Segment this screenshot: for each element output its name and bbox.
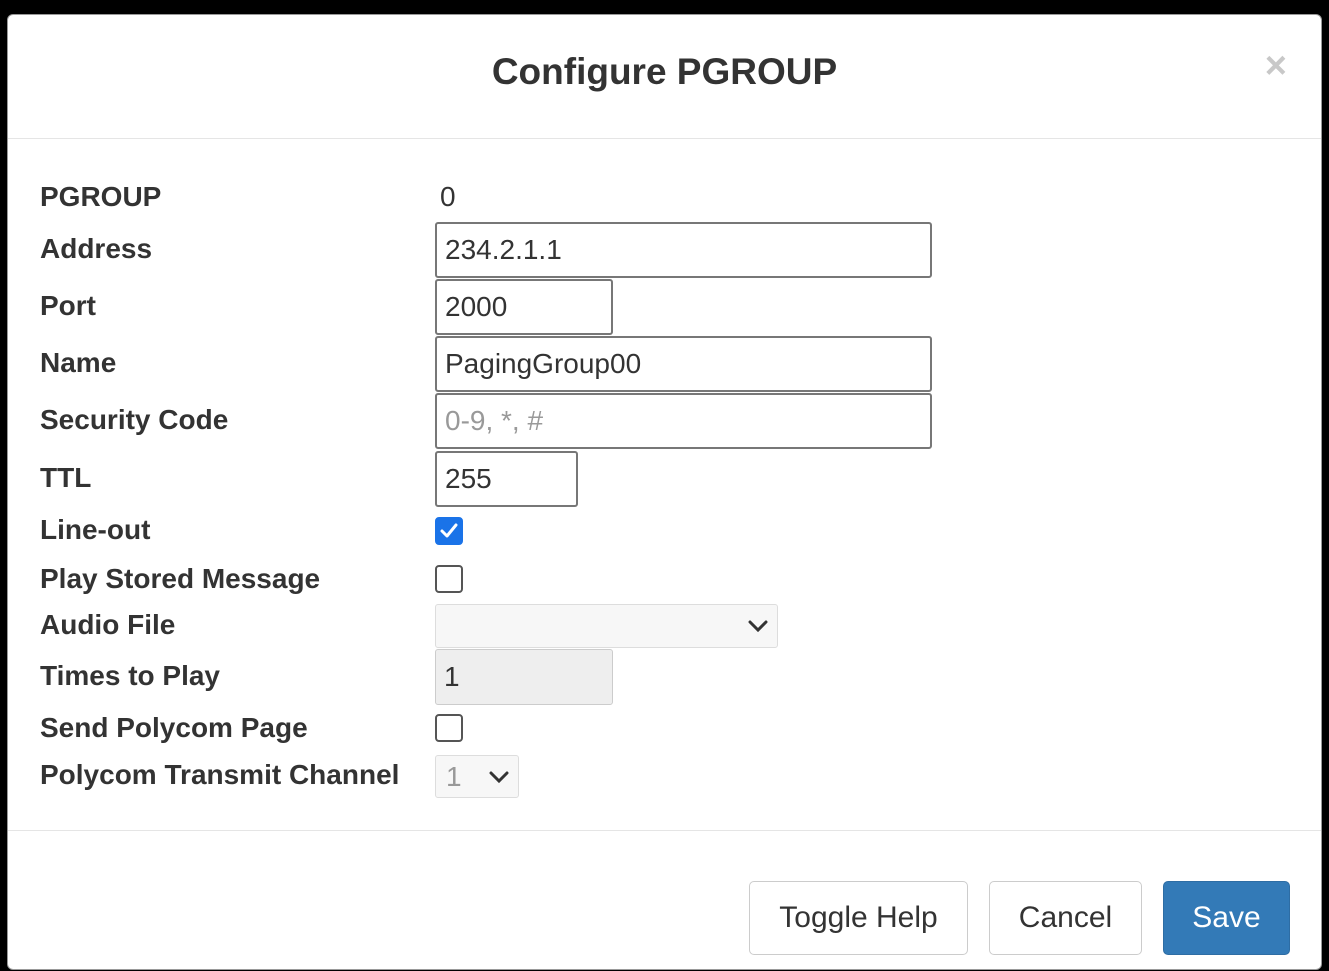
cancel-button[interactable]: Cancel xyxy=(989,881,1142,955)
save-button[interactable]: Save xyxy=(1163,881,1290,955)
chevron-down-icon xyxy=(489,771,509,783)
send-polycom-page-label: Send Polycom Page xyxy=(40,712,308,743)
configure-pgroup-dialog: Configure PGROUP × PGROUP 0 Address Port… xyxy=(7,14,1322,970)
dialog-title: Configure PGROUP xyxy=(491,51,838,92)
security-code-input[interactable] xyxy=(435,393,932,449)
port-label: Port xyxy=(40,290,96,321)
audio-file-select[interactable] xyxy=(435,604,778,648)
checkmark-icon xyxy=(440,523,458,538)
name-label: Name xyxy=(40,347,117,378)
times-to-play-label: Times to Play xyxy=(40,660,221,691)
pgroup-label: PGROUP xyxy=(40,181,162,212)
name-input[interactable] xyxy=(435,336,932,392)
play-stored-message-checkbox[interactable] xyxy=(435,565,463,593)
polycom-transmit-channel-select[interactable]: 1 xyxy=(435,755,519,798)
port-input[interactable] xyxy=(435,279,613,335)
play-stored-message-label: Play Stored Message xyxy=(40,563,321,594)
address-label: Address xyxy=(40,233,153,264)
toggle-help-button[interactable]: Toggle Help xyxy=(749,881,968,955)
security-code-label: Security Code xyxy=(40,404,229,435)
times-to-play-input[interactable] xyxy=(435,649,613,705)
chevron-down-icon xyxy=(748,620,768,633)
polycom-transmit-channel-selected: 1 xyxy=(446,760,462,792)
pgroup-value: 0 xyxy=(440,181,456,212)
ttl-label: TTL xyxy=(40,462,92,493)
address-input[interactable] xyxy=(435,222,932,278)
line-out-checkbox[interactable] xyxy=(435,517,463,545)
polycom-transmit-channel-label: Polycom Transmit Channel xyxy=(40,759,400,790)
line-out-label: Line-out xyxy=(40,514,151,545)
send-polycom-page-checkbox[interactable] xyxy=(435,714,463,742)
audio-file-label: Audio File xyxy=(40,609,176,640)
dialog-footer: Toggle Help Cancel Save xyxy=(8,830,1321,969)
ttl-input[interactable] xyxy=(435,451,578,507)
dialog-header: Configure PGROUP × xyxy=(8,15,1321,139)
close-icon[interactable]: × xyxy=(1265,47,1287,85)
